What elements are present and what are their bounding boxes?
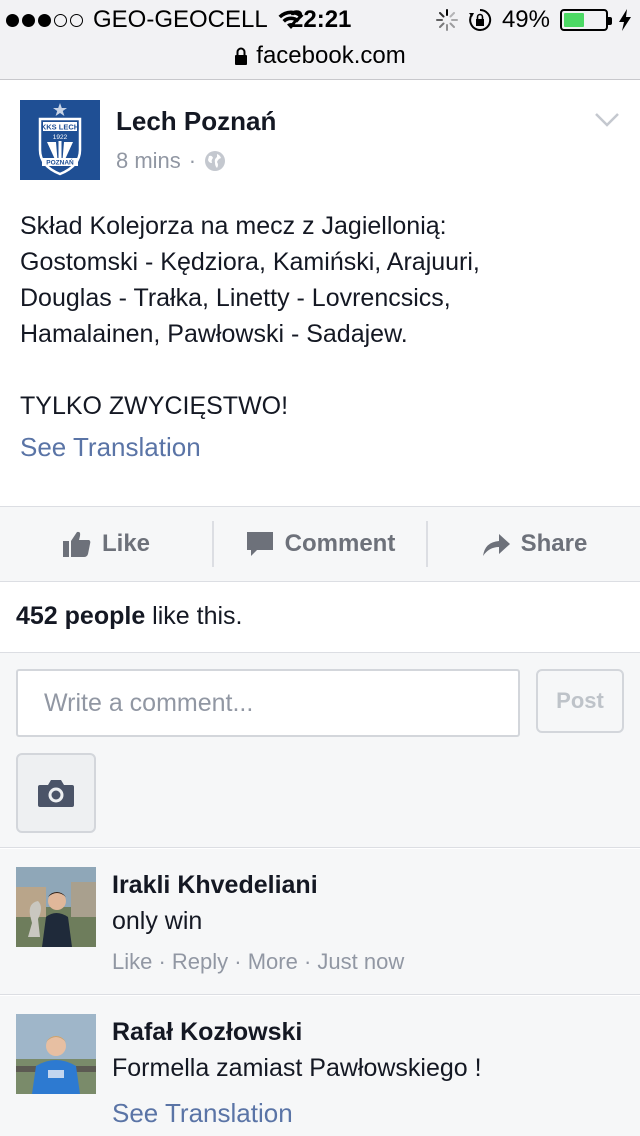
thumbs-up-icon — [62, 531, 91, 557]
meta-separator: · — [152, 949, 172, 974]
see-translation-link[interactable]: See Translation — [20, 432, 201, 463]
page-avatar[interactable]: KKS LECH 1922 POZNAŃ — [20, 100, 100, 180]
address-bar[interactable]: facebook.com — [0, 40, 640, 78]
comment-text: Formella zamiast Pawłowskiego ! — [112, 1054, 482, 1082]
comment-like-link[interactable]: Like — [112, 949, 152, 974]
battery-icon — [560, 9, 612, 31]
logo-text-bottom: POZNAŃ — [46, 158, 74, 167]
meta-separator: · — [228, 949, 248, 974]
clock: 22:21 — [290, 6, 352, 33]
comment-item: Irakli Khvedeliani only win Like · Reply… — [0, 849, 640, 995]
browser-chrome: GEO-GEOCELL 22:21 49% facebook.com — [0, 0, 640, 80]
logo-text-top: KKS LECH — [41, 123, 79, 132]
attach-photo-button[interactable] — [16, 753, 96, 833]
avatar[interactable] — [16, 867, 96, 947]
post-timestamp[interactable]: 8 mins — [116, 148, 181, 174]
comment-timestamp: Just now — [317, 949, 405, 974]
see-translation-link[interactable]: See Translation — [112, 1098, 293, 1129]
avatar[interactable] — [16, 1014, 96, 1094]
post-action-bar: Like Comment Share — [0, 506, 640, 582]
url-domain: facebook.com — [256, 42, 406, 69]
comment-meta: Like · Reply · More · Just now — [112, 949, 404, 975]
battery-percent: 49% — [501, 6, 550, 33]
logo-text-year: 1922 — [53, 134, 68, 141]
rotation-lock-icon — [468, 8, 492, 31]
camera-icon — [38, 780, 74, 807]
share-arrow-icon — [482, 534, 510, 556]
speech-bubble-icon — [246, 532, 273, 556]
meta-separator: · — [297, 949, 318, 974]
globe-icon — [205, 151, 226, 171]
comment-button[interactable]: Comment — [214, 507, 426, 581]
comment-more-link[interactable]: More — [248, 949, 298, 974]
like-count-line[interactable]: 452 people like this. — [16, 602, 243, 631]
activity-spinner-icon — [435, 9, 458, 31]
comment-text: only win — [112, 907, 203, 935]
post-body: Skład Kolejorza na mecz z Jagiellonią: G… — [20, 212, 480, 420]
share-button[interactable]: Share — [428, 507, 640, 581]
meta-separator: · — [188, 148, 197, 173]
comment-item: Rafał Kozłowski Formella zamiast Pawłows… — [0, 996, 640, 1136]
signal-strength-icon — [6, 13, 83, 27]
like-count-suffix: like this. — [145, 602, 243, 630]
lech-poznan-logo: KKS LECH 1922 POZNAŃ — [20, 100, 100, 180]
comment-label: Comment — [284, 530, 396, 557]
post-comment-button[interactable]: Post — [536, 669, 624, 733]
comment-author[interactable]: Rafał Kozłowski — [112, 1018, 302, 1047]
carrier-name: GEO-GEOCELL — [93, 6, 268, 33]
like-button[interactable]: Like — [0, 507, 212, 581]
like-count: 452 people — [16, 602, 146, 630]
comment-composer: Post — [0, 652, 640, 848]
post-meta: 8 mins · — [116, 148, 226, 174]
page-name-link[interactable]: Lech Poznań — [116, 106, 276, 137]
comment-input[interactable] — [16, 669, 520, 737]
comment-reply-link[interactable]: Reply — [172, 949, 228, 974]
padlock-icon — [235, 47, 248, 65]
comment-author[interactable]: Irakli Khvedeliani — [112, 871, 318, 900]
charging-bolt-icon — [619, 9, 631, 31]
status-bar: GEO-GEOCELL 22:21 49% — [0, 0, 640, 40]
like-label: Like — [101, 530, 151, 557]
chevron-down-icon[interactable] — [594, 112, 620, 128]
share-label: Share — [520, 530, 588, 557]
